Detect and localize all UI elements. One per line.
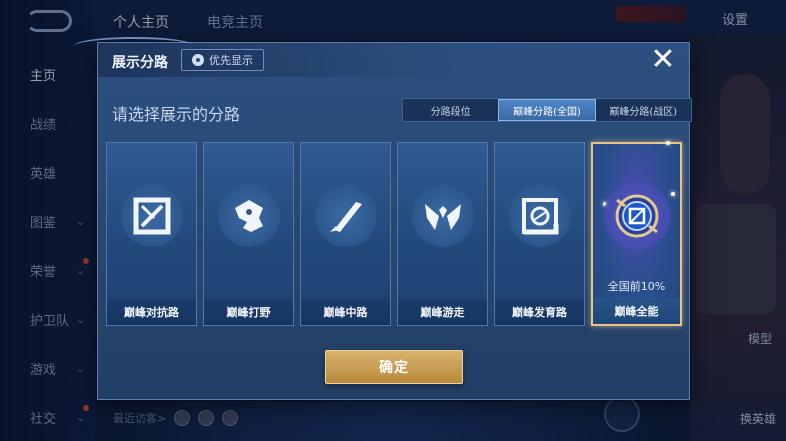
lane-card-label: 巅峰中路 [301,299,390,325]
lane-card-jungle[interactable]: 巅峰打野 [203,142,294,326]
lane-card-mid[interactable]: 巅峰中路 [300,142,391,326]
lane-card-label: 巅峰打野 [204,299,293,325]
lane-card-solo[interactable]: 巅峰对抗路 [106,142,197,326]
lane-card-adc[interactable]: 巅峰发育路 [494,142,585,326]
crossed-swords-icon [121,185,183,247]
close-icon[interactable]: ✕ [645,45,681,75]
priority-display-label: 优先显示 [209,54,253,67]
lane-card-label: 巅峰全能 [593,298,680,324]
sparkle [671,192,675,196]
rank-percentage: 全国前10% [607,280,666,293]
dragon-head-icon [218,185,280,247]
display-lane-dialog: 展示分路 优先显示 ✕ 请选择展示的分路 分路段位 巅峰分路(全国) 巅峰分路(… [74,37,692,400]
sparkle [666,141,670,145]
staff-icon [315,185,377,247]
confirm-button[interactable]: 确定 [325,350,463,384]
bow-target-icon [509,185,571,247]
lane-cards: 巅峰对抗路 巅峰打野 巅峰中路 巅峰游走 巅峰发育路 全国前10% 巅峰全能 [106,141,682,328]
lane-card-label: 巅峰游走 [398,299,487,325]
segment-peak-national[interactable]: 巅峰分路(全国) [498,99,596,121]
lane-card-label: 巅峰发育路 [495,299,584,325]
gear-icon [192,54,204,66]
winged-helmet-icon [412,185,474,247]
segment-lane-rank[interactable]: 分路段位 [403,99,498,121]
allround-emblem-icon [603,182,671,250]
segment-peak-region[interactable]: 巅峰分路(战区) [596,99,691,121]
lane-card-label: 巅峰对抗路 [107,299,196,325]
lane-card-allround[interactable]: 全国前10% 巅峰全能 [591,141,682,326]
dialog-title: 展示分路 [112,55,168,71]
dialog-subtitle: 请选择展示的分路 [112,105,241,124]
priority-display-button[interactable]: 优先显示 [181,49,264,71]
lane-type-segmented-control: 分路段位 巅峰分路(全国) 巅峰分路(战区) [402,98,692,122]
lane-card-roam[interactable]: 巅峰游走 [397,142,488,326]
